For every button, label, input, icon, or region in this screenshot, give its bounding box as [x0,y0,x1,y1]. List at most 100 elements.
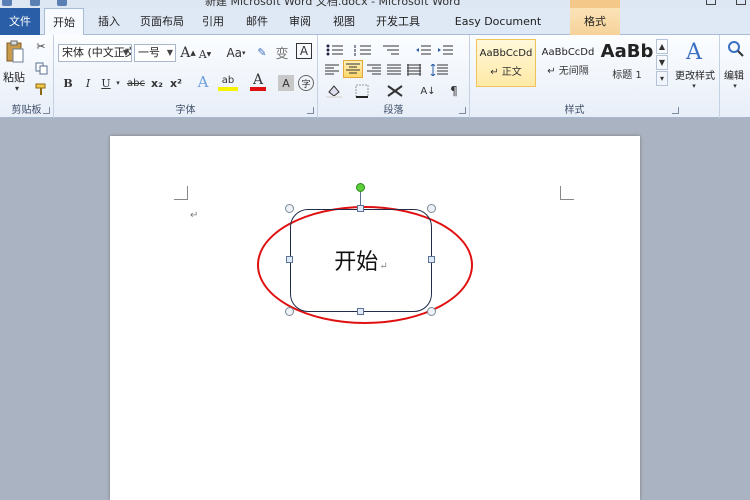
align-left-icon[interactable] [324,63,340,77]
shading-icon[interactable] [324,83,344,99]
close-window-icon[interactable] [736,0,746,5]
editing-button[interactable]: 编辑 [724,67,744,82]
styles-group: AaBbCcDd ↵ 正文 AaBbCcDd ↵ 无间隔 AaBb 标题 1 ▲… [470,35,720,118]
resize-handle-bottom[interactable] [357,308,364,315]
style-heading-1-name: 标题 1 [612,70,642,81]
top-right-margin-mark [560,186,574,200]
style-no-spacing[interactable]: AaBbCcDd ↵ 无间隔 [538,39,598,87]
tab-format[interactable]: 格式 [570,8,620,35]
redo-icon[interactable] [57,0,67,6]
subscript-button[interactable]: x₂ [148,75,166,91]
styles-scroll-up-icon[interactable]: ▲ [656,39,668,54]
font-size-combo[interactable]: 一号 ▼ [134,44,176,62]
style-normal-name: ↵ 正文 [490,67,522,78]
font-size-value: 一号 [138,46,160,59]
paste-dropdown-icon[interactable]: ▾ [12,83,22,93]
style-no-spacing-preview: AaBbCcDd [541,47,595,58]
sort-icon[interactable]: A↓ [418,83,438,99]
format-painter-icon[interactable] [34,82,48,96]
grow-font-button[interactable]: A ▲ [180,44,196,62]
change-styles-icon[interactable]: A [680,39,708,65]
strikethrough-button[interactable]: abc [126,75,146,91]
styles-group-label: 样式 [564,105,585,116]
editing-group: 编辑 ▾ [720,35,750,118]
font-group-label: 字体 [175,105,196,116]
character-border-button[interactable]: A [296,43,312,59]
style-heading-1[interactable]: AaBb 标题 1 [600,39,654,87]
align-right-icon[interactable] [366,63,382,77]
styles-more-icon[interactable]: ▾ [656,71,668,86]
superscript-button[interactable]: x² [167,75,185,91]
paragraph-group: A↓ ¶ 段落 [318,35,470,118]
numbering-icon[interactable] [352,43,374,57]
tab-references[interactable]: 引用 [196,8,230,35]
resize-handle-top-left[interactable] [285,204,294,213]
borders-icon[interactable] [352,83,372,99]
tab-mailings[interactable]: 邮件 [240,8,274,35]
highlight-button[interactable]: ab [218,73,238,91]
restore-window-icon[interactable] [706,0,716,5]
paragraph-launcher-icon[interactable] [459,107,466,114]
chinese-layout-icon[interactable] [384,83,406,99]
font-name-combo[interactable]: 宋体 (中文正文 ▼ [58,44,132,62]
tab-view[interactable]: 视图 [327,8,361,35]
quick-access-toolbar [2,0,92,6]
text-effects-button[interactable]: A [194,73,212,91]
save-icon[interactable] [2,0,12,6]
tab-insert[interactable]: 插入 [92,8,126,35]
resize-handle-left[interactable] [286,256,293,263]
tab-home[interactable]: 开始 [44,8,84,36]
italic-button[interactable]: I [80,75,96,91]
find-icon[interactable] [726,39,746,59]
tab-page-layout[interactable]: 页面布局 [134,8,190,35]
top-left-margin-mark [174,186,188,200]
editing-dropdown-icon[interactable]: ▾ [730,81,740,91]
font-color-button[interactable]: A [250,72,266,91]
cut-icon[interactable]: ✂ [34,39,48,53]
change-case-button[interactable]: Aa ▾ [224,45,248,61]
character-shading-button[interactable]: A [278,75,294,91]
multilevel-list-icon[interactable] [380,43,402,57]
clear-format-icon[interactable]: ✎ [252,43,272,61]
paste-icon[interactable] [4,39,26,65]
tab-file[interactable]: 文件 [0,8,40,35]
underline-button[interactable]: U [98,75,114,91]
line-spacing-icon[interactable] [428,63,450,77]
clipboard-launcher-icon[interactable] [43,107,50,114]
chevron-down-icon: ▼ [166,48,173,57]
shape-text[interactable]: 开始↵ [291,244,431,276]
increase-indent-icon[interactable] [436,43,454,57]
phonetic-guide-button[interactable]: 变 [272,43,292,62]
tab-review[interactable]: 审阅 [283,8,317,35]
tab-developer[interactable]: 开发工具 [370,8,426,35]
document-background [0,118,750,136]
rotate-handle[interactable] [356,183,365,192]
resize-handle-top[interactable] [357,205,364,212]
undo-icon[interactable] [29,0,40,6]
document-page[interactable]: ↵ 开始↵ [110,136,640,500]
decrease-indent-icon[interactable] [414,43,432,57]
styles-scroll-down-icon[interactable]: ▼ [656,55,668,70]
shrink-font-button[interactable]: A ▼ [198,46,212,62]
styles-launcher-icon[interactable] [672,107,679,114]
resize-handle-bottom-left[interactable] [285,307,294,316]
title-bar: 新建 Microsoft Word 文档.docx - Microsoft Wo… [0,0,750,8]
tab-easy-document-creator[interactable]: Easy Document Creator [436,8,560,55]
resize-handle-bottom-right[interactable] [427,307,436,316]
show-paragraph-marks-icon[interactable]: ¶ [446,83,462,99]
copy-icon[interactable] [34,61,48,75]
resize-handle-top-right[interactable] [427,204,436,213]
style-normal[interactable]: AaBbCcDd ↵ 正文 [476,39,536,87]
rounded-rectangle-shape[interactable]: 开始↵ [290,209,432,312]
font-launcher-icon[interactable] [307,107,314,114]
distributed-icon[interactable] [406,63,422,77]
bold-button[interactable]: B [60,75,76,91]
underline-dropdown-icon[interactable]: ▾ [114,75,122,91]
align-center-icon[interactable] [343,60,363,78]
justify-icon[interactable] [386,63,402,77]
change-styles-dropdown-icon[interactable]: ▾ [689,81,699,91]
resize-handle-right[interactable] [428,256,435,263]
bullets-icon[interactable] [324,43,346,57]
change-styles-button[interactable]: 更改样式 [672,67,718,82]
enclose-characters-button[interactable]: 字 [298,75,314,91]
